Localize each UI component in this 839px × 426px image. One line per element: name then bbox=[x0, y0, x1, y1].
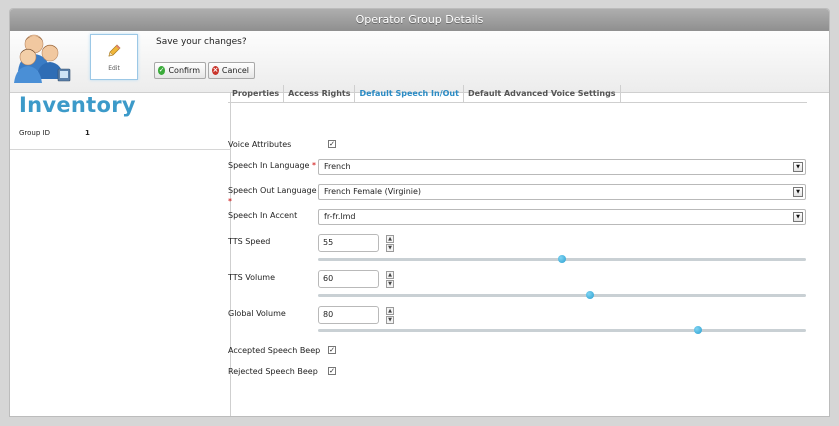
voice-attributes-checkbox[interactable]: ✓ bbox=[328, 140, 336, 148]
edit-button[interactable]: Edit bbox=[90, 34, 138, 80]
speech-out-language-select[interactable]: French Female (Virginie) ▼ bbox=[318, 184, 806, 200]
toolbar: Edit Save your changes? ✓ Confirm × Canc… bbox=[10, 31, 829, 93]
voice-attributes-label: Voice Attributes bbox=[228, 140, 292, 149]
cancel-label: Cancel bbox=[221, 66, 249, 75]
confirm-label: Confirm bbox=[168, 66, 200, 75]
tab-advanced-voice[interactable]: Default Advanced Voice Settings bbox=[462, 85, 621, 102]
tab-default-speech[interactable]: Default Speech In/Out bbox=[354, 85, 462, 102]
speech-in-accent-label: Speech In Accent bbox=[228, 211, 298, 220]
dropdown-arrow-icon[interactable]: ▼ bbox=[793, 187, 803, 197]
spin-down-icon[interactable]: ▼ bbox=[386, 244, 394, 252]
dropdown-arrow-icon[interactable]: ▼ bbox=[793, 162, 803, 172]
speech-in-language-label: Speech In Language * bbox=[228, 160, 316, 171]
speech-out-language-value: French Female (Virginie) bbox=[324, 187, 422, 196]
x-circle-icon: × bbox=[212, 66, 219, 75]
tts-speed-slider[interactable] bbox=[318, 255, 806, 263]
check-icon: ✓ bbox=[329, 367, 335, 375]
global-volume-slider[interactable] bbox=[318, 326, 806, 334]
speech-out-language-label: Speech Out Language * bbox=[228, 185, 318, 207]
accepted-speech-beep-label: Accepted Speech Beep bbox=[228, 346, 321, 355]
tts-volume-slider-handle[interactable] bbox=[585, 291, 594, 299]
tts-volume-input[interactable]: 60 bbox=[318, 270, 379, 288]
speech-in-accent-select[interactable]: fr-fr.lmd ▼ bbox=[318, 209, 806, 225]
spin-down-icon[interactable]: ▼ bbox=[386, 280, 394, 288]
tabs-underline bbox=[228, 102, 807, 103]
global-volume-slider-handle[interactable] bbox=[693, 326, 702, 334]
spin-up-icon[interactable]: ▲ bbox=[386, 235, 394, 243]
left-panel: Inventory Group ID 1 bbox=[10, 93, 231, 416]
save-prompt: Save your changes? bbox=[156, 37, 247, 47]
tts-speed-input[interactable]: 55 bbox=[318, 234, 379, 252]
window-title: Operator Group Details bbox=[10, 9, 829, 31]
check-circle-icon: ✓ bbox=[158, 66, 166, 75]
pencil-icon bbox=[108, 44, 121, 57]
cancel-button[interactable]: × Cancel bbox=[208, 62, 255, 79]
global-volume-label: Global Volume bbox=[228, 309, 286, 318]
check-icon: ✓ bbox=[329, 346, 335, 354]
tts-volume-slider[interactable] bbox=[318, 291, 806, 299]
tts-volume-label: TTS Volume bbox=[228, 273, 276, 282]
tts-speed-slider-handle[interactable] bbox=[558, 255, 566, 263]
group-id-label: Group ID bbox=[19, 129, 50, 137]
speech-in-accent-value: fr-fr.lmd bbox=[324, 212, 356, 221]
spin-up-icon[interactable]: ▲ bbox=[386, 271, 394, 279]
spin-down-icon[interactable]: ▼ bbox=[386, 316, 394, 324]
spin-up-icon[interactable]: ▲ bbox=[386, 307, 394, 315]
dropdown-arrow-icon[interactable]: ▼ bbox=[793, 212, 803, 222]
speech-out-language-label-text: Speech Out Language bbox=[228, 186, 317, 195]
speech-in-language-label-text: Speech In Language bbox=[228, 161, 310, 170]
tab-access-rights[interactable]: Access Rights bbox=[283, 85, 354, 102]
inventory-title: Inventory bbox=[19, 93, 136, 117]
tab-bar: Properties Access Rights Default Speech … bbox=[228, 85, 621, 102]
speech-in-language-value: French bbox=[324, 162, 351, 171]
required-mark: * bbox=[312, 161, 317, 170]
check-icon: ✓ bbox=[329, 140, 335, 148]
tts-speed-label: TTS Speed bbox=[228, 237, 271, 246]
required-mark: * bbox=[228, 197, 232, 206]
left-divider bbox=[10, 149, 231, 150]
users-group-icon bbox=[12, 31, 74, 87]
edit-label: Edit bbox=[108, 65, 120, 72]
confirm-button[interactable]: ✓ Confirm bbox=[154, 62, 206, 79]
tab-properties[interactable]: Properties bbox=[228, 85, 283, 102]
accepted-speech-beep-checkbox[interactable]: ✓ bbox=[328, 346, 336, 354]
global-volume-input[interactable]: 80 bbox=[318, 306, 379, 324]
speech-in-language-select[interactable]: French ▼ bbox=[318, 159, 806, 175]
rejected-speech-beep-label: Rejected Speech Beep bbox=[228, 367, 318, 376]
group-id-value: 1 bbox=[85, 129, 90, 137]
rejected-speech-beep-checkbox[interactable]: ✓ bbox=[328, 367, 336, 375]
